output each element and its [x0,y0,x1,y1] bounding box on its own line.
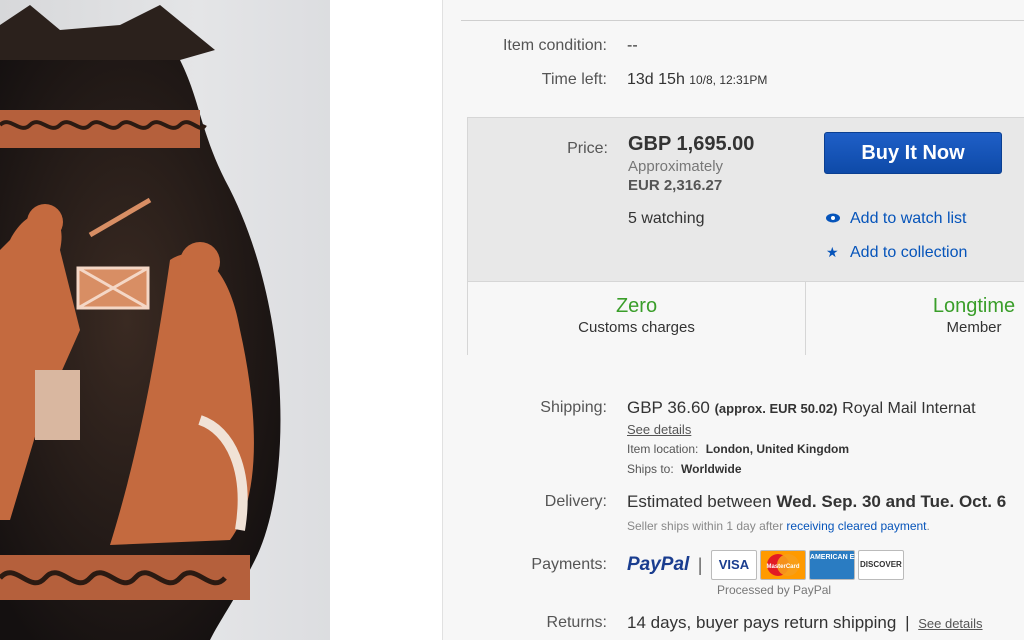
paypal-logo: PayPal [627,554,690,575]
mastercard-label: MasterCard [766,564,799,570]
returns-separator: | [905,613,910,632]
cleared-payment-link[interactable]: receiving cleared payment [786,519,926,533]
price-box: Price: GBP 1,695.00 Approximately EUR 2,… [467,117,1024,355]
time-left-end: 10/8, 12:31PM [689,73,768,87]
watching-count: 5 watching [628,210,705,227]
processed-by-paypal: Processed by PayPal [717,583,832,597]
star-icon: ★ [826,244,839,260]
seller-stats: Zero Customs charges Longtime Member [468,281,1024,355]
shipping-label: Shipping: [540,399,607,416]
price-value: GBP 1,695.00 [628,133,755,155]
add-to-collection-link[interactable]: ★ Add to collection [826,244,967,262]
returns-text: 14 days, buyer pays return shipping [627,613,897,632]
returns-policy: 14 days, buyer pays return shipping | Se… [627,613,983,633]
customs-sub: Customs charges [578,319,695,336]
divider [461,20,1024,21]
ships-value: Worldwide [681,462,742,476]
time-left-value: 13d 15h 10/8, 12:31PM [627,71,767,89]
add-to-watch-list-link[interactable]: Add to watch list [826,210,967,228]
payments-label: Payments: [531,556,607,573]
shipping-see-details-label: See details [627,422,692,437]
location-value: London, United Kingdom [705,442,850,456]
mastercard-card: MasterCard [759,550,806,580]
member-sub: Member [946,319,1002,336]
location-label: Item location: [627,442,699,456]
item-details-panel: Item condition: -- Time left: 13d 15h 10… [442,0,1024,640]
condition-value: -- [627,37,638,54]
returns-see-details[interactable]: See details [918,616,982,631]
shipping-see-details[interactable]: See details [627,421,691,439]
delivery-text: Estimated between [627,492,772,511]
shipping-service: Royal Mail Internat [842,400,976,417]
shipping-cost: GBP 36.60 [627,398,710,417]
discover-card: DISCOVER [857,550,904,580]
member-stat: Longtime Member [806,282,1024,355]
returns-label: Returns: [546,614,607,631]
amex-card: AMERICAN EXPRESS [808,550,883,580]
approx-value: EUR 2,316.27 [628,177,723,194]
gutter [330,0,442,640]
collection-link-label: Add to collection [850,244,968,261]
delivery-note-prefix: Seller ships within 1 day after [627,519,784,533]
eye-icon [826,210,842,228]
delivery-dates: Wed. Sep. 30 and Tue. Oct. 6 [776,492,1007,511]
delivery-estimate: Estimated between Wed. Sep. 30 and Tue. … [627,492,1006,512]
delivery-note-suffix: . [926,519,930,533]
ships-label: Ships to: [627,462,674,476]
delivery-note: Seller ships within 1 day after receivin… [627,519,930,533]
member-title: Longtime [932,295,1016,317]
approx-label: Approximately [628,158,724,175]
time-left-label: Time left: [541,71,607,88]
shipping-approx: (approx. EUR 50.02) [714,401,838,416]
ships-to: Ships to: Worldwide [627,462,742,476]
customs-title: Zero [615,295,658,317]
time-left-duration: 13d 15h [627,71,685,88]
watch-link-label: Add to watch list [850,210,967,227]
product-photo[interactable] [0,0,330,640]
item-location: Item location: London, United Kingdom [627,442,849,456]
visa-card: VISA [710,550,757,580]
shipping-value: GBP 36.60 (approx. EUR 50.02) Royal Mail… [627,398,976,418]
payment-methods: PayPal | VISA MasterCard AMERICAN EXPRES… [627,550,907,580]
vase-image [0,5,281,640]
payments-separator: | [697,554,703,575]
delivery-label: Delivery: [544,493,607,510]
price-label: Price: [567,140,608,157]
customs-stat: Zero Customs charges [468,282,806,355]
buy-it-now-button[interactable]: Buy It Now [824,132,1002,174]
condition-label: Item condition: [502,37,607,54]
